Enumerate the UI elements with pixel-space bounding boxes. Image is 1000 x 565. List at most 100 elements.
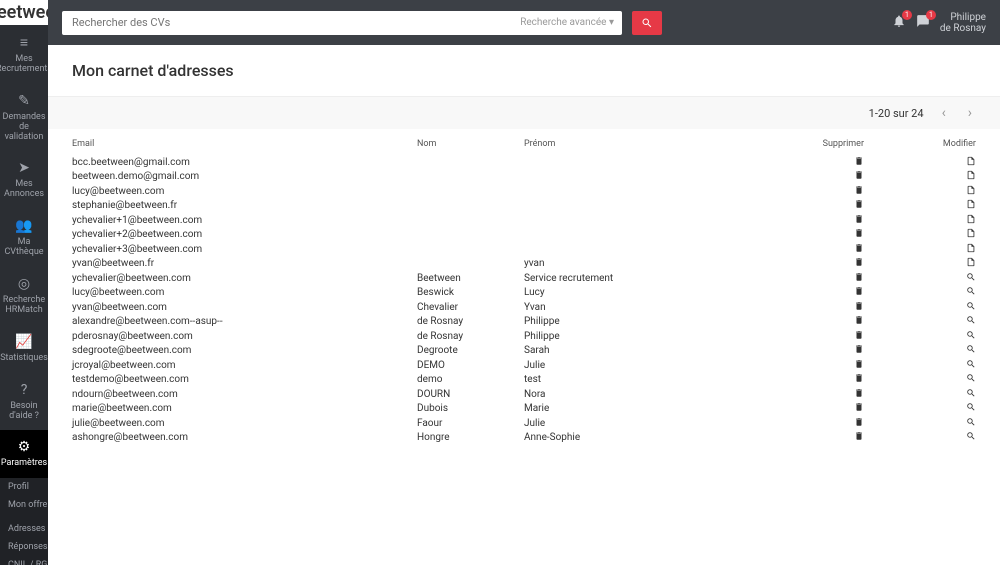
cell-email: pderosnay@beetween.com: [72, 331, 417, 342]
nav-icon: ≡: [20, 34, 28, 51]
edit-button[interactable]: [864, 199, 976, 212]
sidebar-item-recherche-hrmatch[interactable]: ◎Recherche HRMatch: [0, 267, 48, 325]
cell-email: bcc.beetween@gmail.com: [72, 157, 417, 168]
sidebar-item-mes-recrutements[interactable]: ≡Mes Recrutements: [0, 25, 48, 84]
cell-email: testdemo@beetween.com: [72, 374, 417, 385]
sidebar-item-statistiques[interactable]: 📈Statistiques: [0, 325, 48, 373]
pagination-prev[interactable]: ‹: [938, 105, 950, 121]
edit-button[interactable]: [864, 344, 976, 357]
cell-prenom: Nora: [524, 389, 759, 400]
delete-button[interactable]: [759, 402, 864, 415]
sidebar-item-param-tres[interactable]: ⚙Paramètres: [0, 430, 48, 478]
table-header: Email Nom Prénom Supprimer Modifier: [72, 129, 976, 155]
table-row: marie@beetween.comDuboisMarie: [72, 402, 976, 417]
edit-button[interactable]: [864, 170, 976, 183]
advanced-search-link[interactable]: Recherche avancée ▾: [512, 17, 622, 28]
edit-button[interactable]: [864, 185, 976, 198]
cell-prenom: Sarah: [524, 345, 759, 356]
table-row: pderosnay@beetween.comde RosnayPhilippe: [72, 329, 976, 344]
edit-button[interactable]: [864, 228, 976, 241]
delete-button[interactable]: [759, 286, 864, 299]
sidebar-sub-cnil-rgpd[interactable]: CNIL / RGPD: [0, 556, 48, 565]
table-row: sdegroote@beetween.comDegrooteSarah: [72, 344, 976, 359]
edit-button[interactable]: [864, 359, 976, 372]
delete-button[interactable]: [759, 243, 864, 256]
cell-email: yvan@beetween.fr: [72, 258, 417, 269]
edit-button[interactable]: [864, 272, 976, 285]
cell-nom: Dubois: [417, 403, 524, 414]
cell-prenom: Anne-Sophie: [524, 432, 759, 443]
edit-button[interactable]: [864, 402, 976, 415]
delete-button[interactable]: [759, 170, 864, 183]
cell-email: yvan@beetween.com: [72, 302, 417, 313]
edit-button[interactable]: [864, 156, 976, 169]
edit-button[interactable]: [864, 373, 976, 386]
edit-button[interactable]: [864, 301, 976, 314]
cell-prenom: Service recrutement: [524, 273, 759, 284]
table-row: jcroyal@beetween.comDEMOJulie: [72, 358, 976, 373]
search-input[interactable]: [62, 16, 512, 29]
delete-button[interactable]: [759, 257, 864, 270]
cell-prenom: test: [524, 374, 759, 385]
nav-icon: ⚙: [18, 439, 31, 455]
delete-button[interactable]: [759, 417, 864, 430]
table-row: alexandre@beetween.com--asup--de RosnayP…: [72, 315, 976, 330]
cell-prenom: Julie: [524, 360, 759, 371]
delete-button[interactable]: [759, 228, 864, 241]
delete-button[interactable]: [759, 301, 864, 314]
cell-email: ychevalier+1@beetween.com: [72, 215, 417, 226]
table-row: ychevalier+2@beetween.com: [72, 228, 976, 243]
sidebar-item-ma-cvth-que[interactable]: 👥Ma CVthèque: [0, 209, 48, 267]
delete-button[interactable]: [759, 272, 864, 285]
sidebar-item-besoin-d-aide-[interactable]: ?Besoin d'aide ?: [0, 373, 48, 431]
delete-button[interactable]: [759, 315, 864, 328]
notifications-bell[interactable]: 1: [892, 14, 906, 31]
delete-button[interactable]: [759, 431, 864, 444]
cell-nom: de Rosnay: [417, 331, 524, 342]
nav-icon: 👥: [15, 218, 32, 234]
delete-button[interactable]: [759, 199, 864, 212]
delete-button[interactable]: [759, 214, 864, 227]
cell-prenom: Yvan: [524, 302, 759, 313]
sidebar-item-mes-annonces[interactable]: ➤Mes Annonces: [0, 151, 48, 209]
cell-email: marie@beetween.com: [72, 403, 417, 414]
delete-button[interactable]: [759, 156, 864, 169]
cell-email: lucy@beetween.com: [72, 186, 417, 197]
sidebar-sub-profil[interactable]: Profil: [0, 478, 48, 496]
cell-prenom: yvan: [524, 258, 759, 269]
cell-email: sdegroote@beetween.com: [72, 345, 417, 356]
user-menu[interactable]: Philippede Rosnay: [940, 12, 986, 34]
logo[interactable]: Beetween: [0, 0, 48, 25]
edit-button[interactable]: [864, 388, 976, 401]
sidebar-item-demandes-de-validation[interactable]: ✎Demandes de validation: [0, 84, 48, 152]
sidebar-sub-r-ponses-automatiques[interactable]: Réponses automatiques: [0, 538, 48, 556]
cell-nom: Beswick: [417, 287, 524, 298]
search-button[interactable]: [632, 11, 662, 35]
delete-button[interactable]: [759, 388, 864, 401]
cell-email: julie@beetween.com: [72, 418, 417, 429]
delete-button[interactable]: [759, 373, 864, 386]
cell-email: beetween.demo@gmail.com: [72, 171, 417, 182]
sidebar-sub-mon-offre-actuelle[interactable]: Mon offre actuelle: [0, 496, 48, 514]
delete-button[interactable]: [759, 344, 864, 357]
table-row: beetween.demo@gmail.com: [72, 170, 976, 185]
edit-button[interactable]: [864, 214, 976, 227]
notifications-messages[interactable]: 1: [916, 14, 930, 31]
edit-button[interactable]: [864, 257, 976, 270]
delete-button[interactable]: [759, 359, 864, 372]
edit-button[interactable]: [864, 286, 976, 299]
cell-prenom: Philippe: [524, 316, 759, 327]
delete-button[interactable]: [759, 330, 864, 343]
table-row: lucy@beetween.com: [72, 184, 976, 199]
cell-nom: Beetween: [417, 273, 524, 284]
pagination-next[interactable]: ›: [964, 105, 976, 121]
sidebar-sub-adresses-d-exp-dition[interactable]: Adresses d'expédition: [0, 520, 48, 538]
edit-button[interactable]: [864, 417, 976, 430]
table-row: testdemo@beetween.comdemotest: [72, 373, 976, 388]
delete-button[interactable]: [759, 185, 864, 198]
cell-nom: Hongre: [417, 432, 524, 443]
edit-button[interactable]: [864, 330, 976, 343]
edit-button[interactable]: [864, 431, 976, 444]
edit-button[interactable]: [864, 315, 976, 328]
edit-button[interactable]: [864, 243, 976, 256]
